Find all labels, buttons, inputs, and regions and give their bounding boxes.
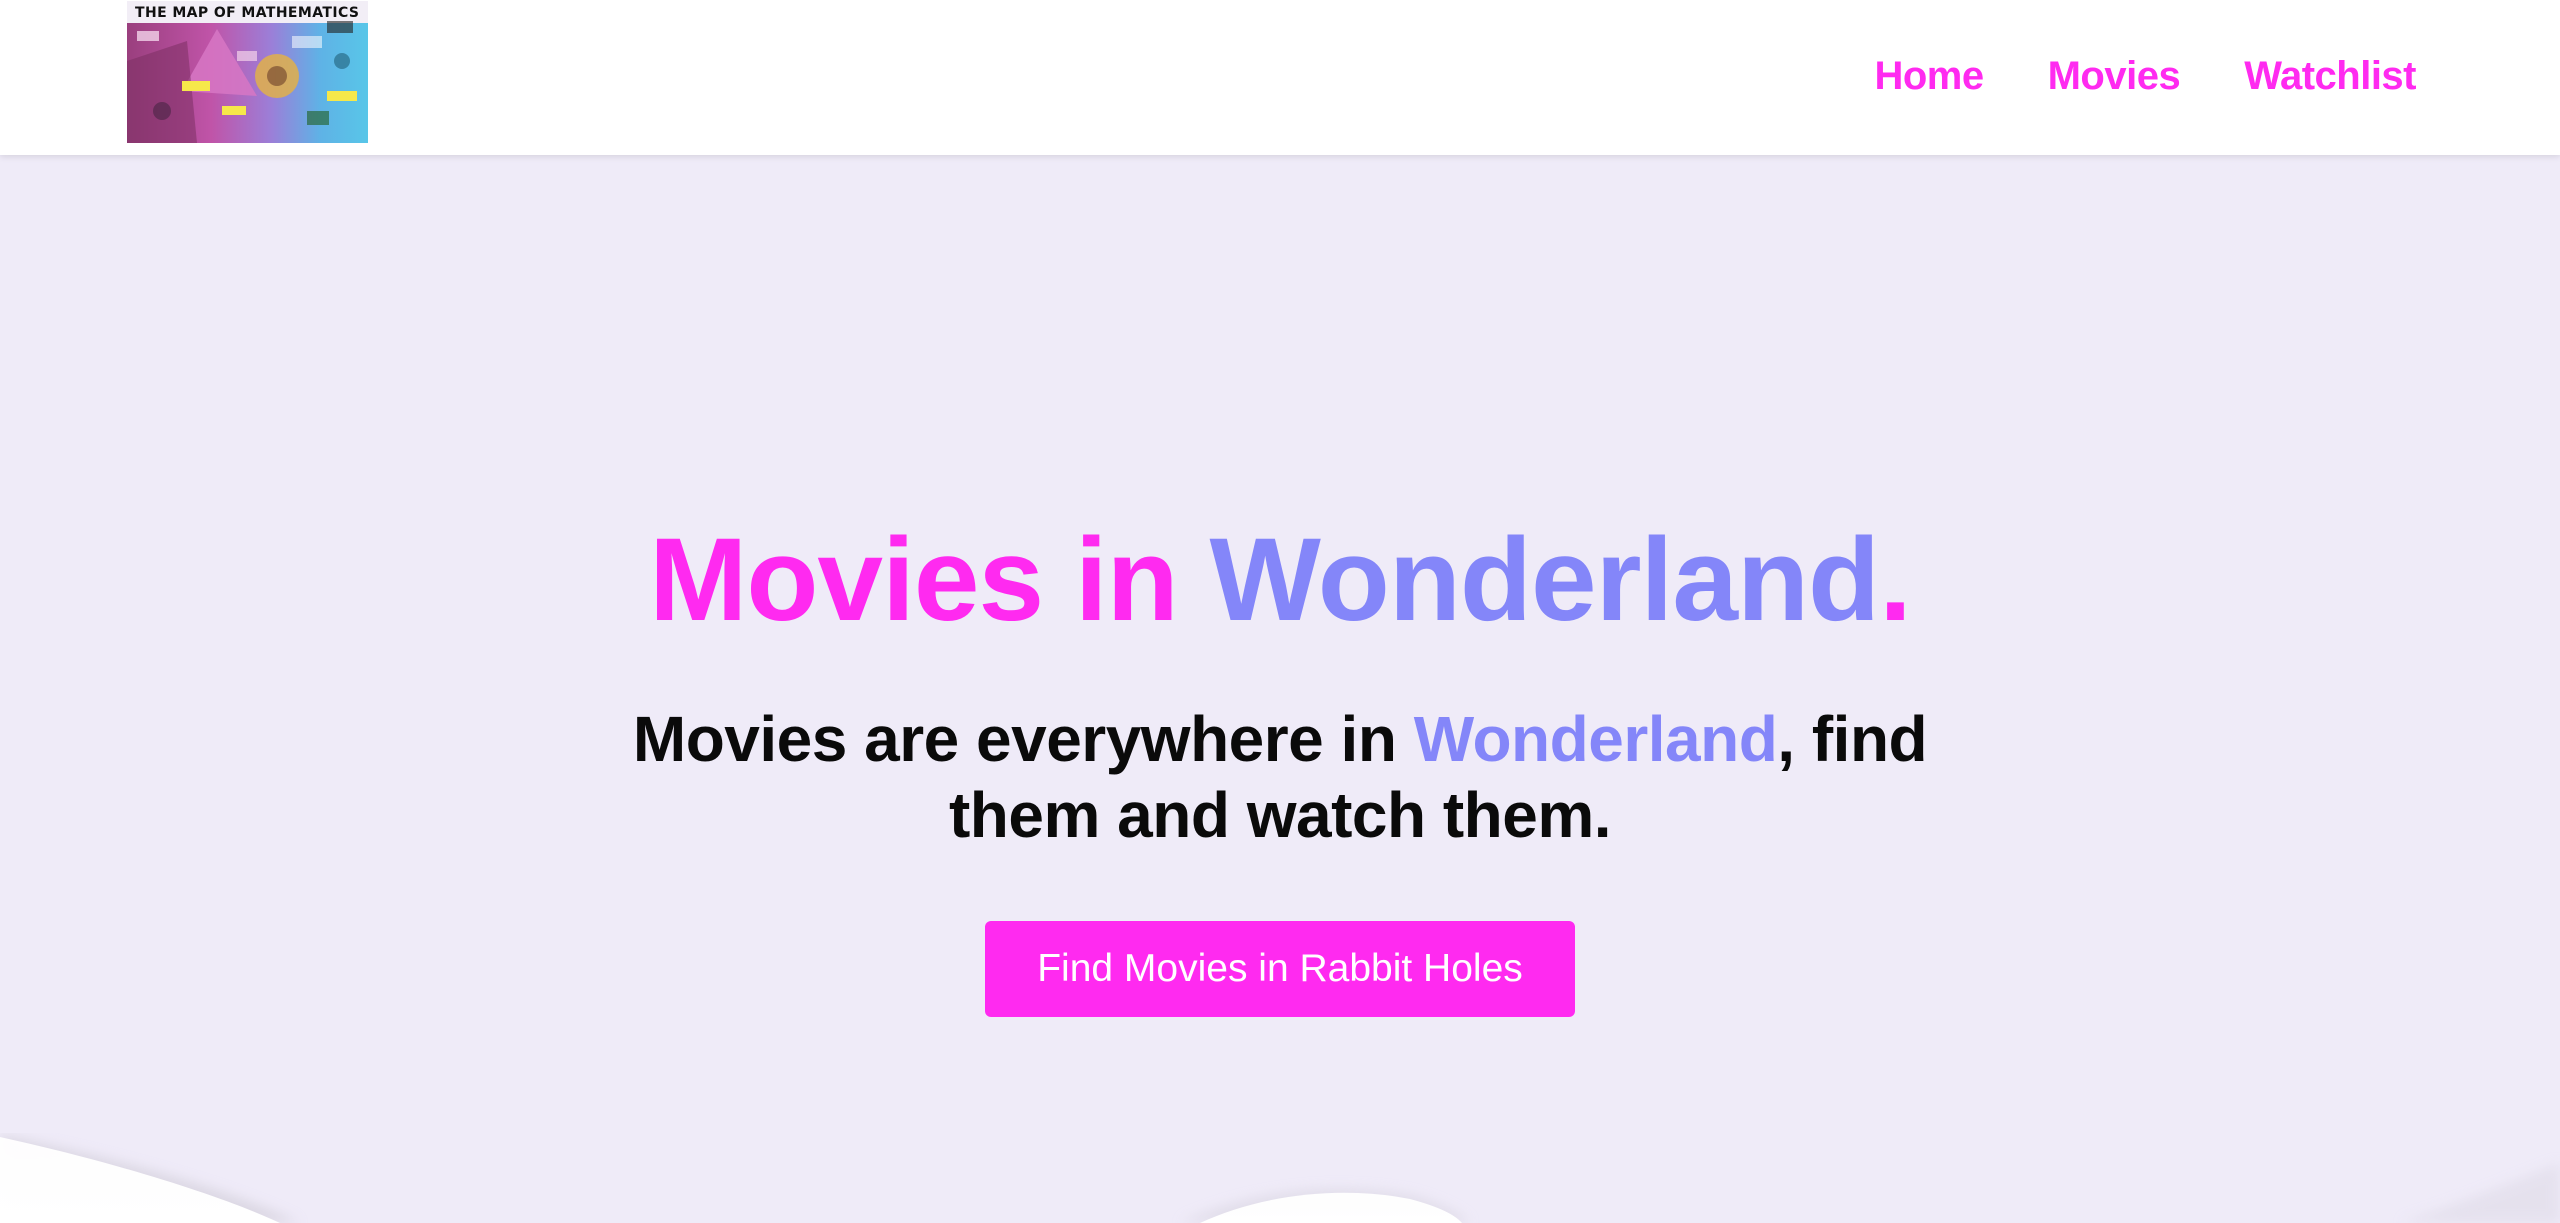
navbar: THE MAP OF MATHEMATICS Home Movies Watch… bbox=[0, 0, 2560, 155]
svg-text:THE MAP OF MATHEMATICS: THE MAP OF MATHEMATICS bbox=[135, 5, 359, 21]
hero-title: Movies in Wonderland. bbox=[0, 521, 2560, 639]
hero-subtitle-text-1: Movies are everywhere in bbox=[632, 703, 1414, 775]
main-nav: Home Movies Watchlist bbox=[1874, 0, 2416, 152]
nav-link-watchlist[interactable]: Watchlist bbox=[2244, 54, 2416, 99]
hero-section: Movies in Wonderland. Movies are everywh… bbox=[0, 155, 2560, 1223]
bottom-wave-decoration bbox=[0, 1135, 2560, 1223]
nav-link-home[interactable]: Home bbox=[1874, 54, 1984, 99]
hero-subtitle-highlight: Wonderland bbox=[1413, 703, 1778, 775]
hero-subtitle: Movies are everywhere in Wonderland, fin… bbox=[560, 701, 2000, 853]
nav-link-movies[interactable]: Movies bbox=[2048, 54, 2181, 99]
hero-title-wonderland: Wonderland bbox=[1209, 514, 1881, 646]
hero-title-period: . bbox=[1879, 514, 1912, 646]
map-of-mathematics-logo-image: THE MAP OF MATHEMATICS bbox=[127, 1, 368, 143]
site-logo[interactable]: THE MAP OF MATHEMATICS bbox=[127, 1, 368, 143]
hero-title-movies-in: Movies in bbox=[649, 514, 1210, 646]
find-movies-button[interactable]: Find Movies in Rabbit Holes bbox=[985, 921, 1575, 1017]
